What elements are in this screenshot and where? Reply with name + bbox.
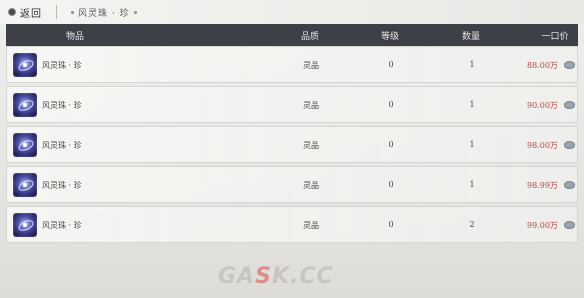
- column-header-level[interactable]: 等级: [381, 29, 399, 42]
- watermark-part-b: S: [255, 264, 272, 289]
- table-row[interactable]: 风灵珠 · 珍 灵品 0 1 90.00万: [6, 86, 578, 123]
- watermark-part-a: GA: [218, 264, 256, 289]
- table-row[interactable]: 风灵珠 · 珍 灵品 0 1 98.00万: [6, 126, 578, 163]
- site-watermark: GASK.CC: [218, 264, 334, 289]
- item-level: 0: [388, 220, 394, 229]
- back-button[interactable]: 返回: [4, 3, 46, 21]
- item-quality: 灵品: [303, 61, 319, 70]
- wind-spirit-orb-icon[interactable]: [13, 133, 37, 157]
- column-header-quality[interactable]: 品质: [301, 29, 319, 42]
- silver-ingot-icon: [564, 141, 575, 149]
- item-price: 88.00万: [527, 61, 558, 70]
- item-quantity: 1: [469, 100, 475, 109]
- item-quality: 灵品: [303, 221, 319, 230]
- column-header-item: 物品: [65, 32, 85, 42]
- item-level: 0: [388, 60, 394, 69]
- column-header-price[interactable]: 一口价: [541, 29, 568, 42]
- wind-spirit-orb-icon[interactable]: [13, 93, 37, 117]
- table-header: 物品 品质 等级 数量 一口价: [6, 24, 578, 46]
- column-header-quantity[interactable]: 数量: [462, 29, 480, 42]
- watermark-part-c: K.CC: [271, 264, 334, 289]
- item-quantity: 1: [469, 60, 475, 69]
- trading-window: { "topbar": { "back_label": "返回", "bread…: [0, 0, 584, 298]
- silver-ingot-icon: [564, 221, 575, 229]
- top-bar: 返回 风灵珠 · 珍: [0, 0, 584, 24]
- breadcrumb-dot-icon: [71, 10, 74, 14]
- breadcrumb: 风灵珠 · 珍: [78, 8, 130, 19]
- listing-table: 风灵珠 · 珍 灵品 0 1 88.00万 风灵珠 · 珍 灵品 0 1 90.…: [6, 46, 578, 246]
- item-name: 风灵珠 · 珍: [42, 221, 82, 230]
- item-quantity: 2: [469, 220, 475, 229]
- divider: [56, 5, 57, 19]
- silver-ingot-icon: [564, 181, 575, 189]
- wind-spirit-orb-icon[interactable]: [13, 173, 37, 197]
- item-level: 0: [388, 180, 394, 189]
- item-price: 99.00万: [527, 221, 558, 230]
- item-level: 0: [388, 100, 394, 109]
- item-quantity: 1: [469, 180, 475, 189]
- wind-spirit-orb-icon[interactable]: [13, 53, 37, 77]
- item-price: 98.99万: [527, 181, 558, 190]
- item-name: 风灵珠 · 珍: [42, 61, 82, 70]
- item-quality: 灵品: [303, 181, 319, 190]
- table-row[interactable]: 风灵珠 · 珍 灵品 0 1 88.00万: [6, 46, 578, 83]
- wind-spirit-orb-icon[interactable]: [13, 213, 37, 237]
- item-price: 90.00万: [527, 101, 558, 110]
- item-quantity: 1: [469, 140, 475, 149]
- item-quality: 灵品: [303, 141, 319, 150]
- table-row[interactable]: 风灵珠 · 珍 灵品 0 2 99.00万: [6, 206, 578, 243]
- breadcrumb-dot-icon: [133, 10, 137, 14]
- item-name: 风灵珠 · 珍: [42, 141, 82, 150]
- back-label: 返回: [20, 8, 42, 20]
- item-price: 98.00万: [527, 141, 558, 150]
- back-icon: [8, 8, 16, 16]
- item-quality: 灵品: [303, 101, 319, 110]
- item-level: 0: [388, 140, 394, 149]
- silver-ingot-icon: [564, 61, 575, 69]
- silver-ingot-icon: [564, 101, 575, 109]
- item-name: 风灵珠 · 珍: [42, 101, 82, 110]
- item-name: 风灵珠 · 珍: [42, 181, 82, 190]
- table-row[interactable]: 风灵珠 · 珍 灵品 0 1 98.99万: [6, 166, 578, 203]
